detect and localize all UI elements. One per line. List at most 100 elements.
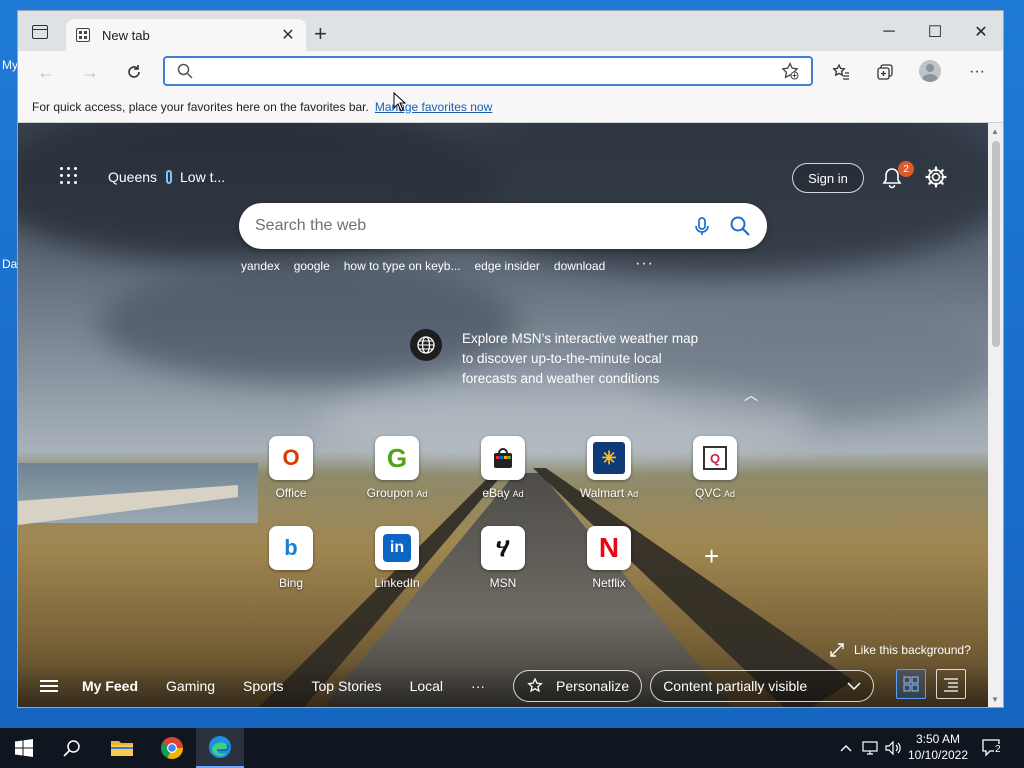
personalize-button[interactable]: Personalize [513, 670, 643, 702]
profile-avatar[interactable] [919, 60, 941, 82]
tab-title: New tab [102, 27, 150, 43]
like-background-link[interactable]: Like this background? [830, 643, 971, 657]
scrollbar-thumb[interactable] [992, 141, 1000, 347]
system-clock[interactable]: 3:50 AM 10/10/2022 [902, 731, 974, 763]
collapse-chevron-up-icon[interactable]: ︿ [744, 385, 758, 405]
search-taskbar-button[interactable] [48, 728, 96, 768]
ad-label: Ad [416, 489, 428, 499]
clock-time: 3:50 AM [915, 732, 961, 746]
sparkle-star-icon [527, 677, 543, 693]
search-submit-icon[interactable] [729, 215, 751, 237]
netflix-icon: N [587, 526, 631, 570]
address-input[interactable] [203, 63, 781, 79]
feed-tab-my-feed[interactable]: My Feed [82, 678, 138, 694]
quick-link-groupon[interactable]: G Groupon Ad [352, 436, 442, 500]
close-window-button[interactable]: ✕ [958, 19, 1003, 45]
settings-gear-icon[interactable] [925, 166, 947, 188]
more-options-icon[interactable]: ··· [966, 61, 988, 83]
page-scrollbar[interactable]: ▲ ▼ [988, 123, 1003, 707]
scroll-up-icon[interactable]: ▲ [991, 127, 999, 136]
scroll-down-icon[interactable]: ▼ [991, 695, 999, 704]
tile-label: LinkedIn [374, 576, 420, 590]
feed-more-icon[interactable]: ··· [471, 678, 485, 694]
groupon-icon: G [375, 436, 419, 480]
refresh-button[interactable] [120, 59, 148, 85]
folder-icon [111, 741, 133, 756]
thermometer-icon [166, 170, 172, 184]
add-favorite-icon[interactable] [781, 62, 799, 80]
quick-link-bing[interactable]: b Bing [246, 526, 336, 590]
weather-text: Low t... [180, 169, 226, 185]
file-explorer-button[interactable] [98, 728, 146, 768]
weather-widget[interactable]: Low t... [166, 169, 225, 185]
microphone-icon[interactable] [691, 215, 713, 237]
address-bar[interactable] [163, 56, 813, 86]
quick-link-qvc[interactable]: Q QVC Ad [670, 436, 760, 500]
trending-item[interactable]: yandex [241, 259, 280, 273]
trending-item[interactable]: how to type on keyb... [344, 259, 461, 273]
feed-tab-gaming[interactable]: Gaming [166, 678, 215, 694]
volume-icon[interactable] [882, 728, 904, 768]
favorites-bar: For quick access, place your favorites h… [18, 91, 1003, 123]
back-button[interactable]: ← [32, 59, 60, 85]
favorites-icon[interactable] [830, 61, 852, 83]
trending-item[interactable]: google [294, 259, 330, 273]
edge-icon [209, 736, 231, 758]
promo-text: Explore MSN’s interactive weather map to… [462, 331, 699, 386]
new-tab-page: Queens Low t... Sign in 2 yandex google … [18, 123, 988, 707]
minimize-button[interactable]: ─ [866, 19, 912, 45]
chevron-down-icon [847, 682, 861, 691]
collections-icon[interactable] [874, 61, 896, 83]
edge-button[interactable] [196, 728, 244, 768]
tile-label: QVC [694, 486, 721, 500]
trending-more-icon[interactable]: ··· [635, 255, 654, 273]
quick-link-linkedin[interactable]: in LinkedIn [352, 526, 442, 590]
quick-link-msn[interactable]: ሃ MSN [458, 526, 548, 590]
quick-link-ebay[interactable]: eBay Ad [458, 436, 548, 500]
bing-icon: b [269, 526, 313, 570]
web-search-box[interactable] [239, 203, 767, 249]
quick-link-office[interactable]: O Office [246, 436, 336, 500]
quick-link-netflix[interactable]: N Netflix [564, 526, 654, 590]
ebay-bag-icon [481, 436, 525, 480]
quick-link-walmart[interactable]: ✳ Walmart Ad [564, 436, 654, 500]
web-search-input[interactable] [255, 217, 675, 235]
taskbar: 3:50 AM 10/10/2022 2 [0, 728, 1024, 768]
favorites-bar-hint: For quick access, place your favorites h… [32, 99, 369, 114]
feed-tab-sports[interactable]: Sports [243, 678, 283, 694]
content-visibility-dropdown[interactable]: Content partially visible [650, 670, 875, 702]
chrome-button[interactable] [148, 728, 196, 768]
feed-navigation-bar: My Feed Gaming Sports Top Stories Local … [18, 663, 988, 707]
trending-item[interactable]: download [554, 259, 605, 273]
apps-grid-icon[interactable] [60, 167, 78, 185]
ad-label: Ad [724, 489, 736, 499]
desktop-icon-label[interactable]: Da [2, 257, 17, 271]
expand-icon [830, 643, 844, 657]
desktop-icon-label[interactable]: My [2, 58, 18, 72]
ad-label: Ad [512, 489, 524, 499]
sign-in-button[interactable]: Sign in [792, 163, 864, 193]
trending-item[interactable]: edge insider [475, 259, 540, 273]
feed-tab-top-stories[interactable]: Top Stories [312, 678, 382, 694]
toolbar: ← → ··· [18, 51, 1003, 91]
weather-map-promo[interactable]: Explore MSN’s interactive weather map to… [410, 329, 712, 389]
add-quick-link-button[interactable]: + [704, 541, 719, 572]
msn-butterfly-icon: ሃ [481, 526, 525, 570]
chrome-icon [161, 737, 183, 759]
show-hidden-icons-chevron-up-icon[interactable] [832, 728, 860, 768]
new-tab-button[interactable]: + [314, 23, 327, 45]
like-background-text: Like this background? [854, 643, 971, 657]
close-tab-icon[interactable]: ✕ [280, 25, 296, 45]
action-center-button[interactable]: 2 [982, 738, 1004, 758]
location-label[interactable]: Queens [108, 169, 157, 185]
hamburger-menu-icon[interactable] [40, 677, 58, 695]
start-button[interactable] [0, 728, 48, 768]
tab-new-tab[interactable]: New tab ✕ [66, 19, 306, 51]
tab-actions-icon[interactable] [32, 25, 48, 39]
feed-tab-local[interactable]: Local [410, 678, 443, 694]
maximize-button[interactable]: ☐ [912, 19, 958, 45]
forward-button[interactable]: → [76, 59, 104, 85]
grid-view-button[interactable] [896, 669, 926, 699]
list-view-button[interactable] [936, 669, 966, 699]
network-icon[interactable] [858, 728, 882, 768]
